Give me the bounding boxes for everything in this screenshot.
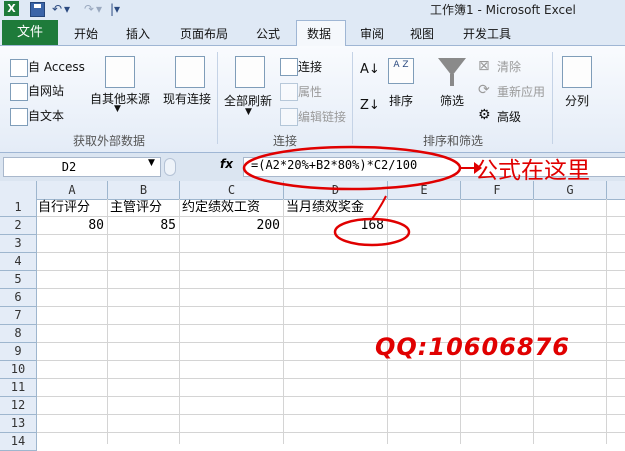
result-highlight-circle [333,217,411,247]
qq-watermark: QQ:10606876 [375,333,570,361]
connector-line [371,195,387,220]
annotation-overlay [242,145,482,247]
callout-label: 公式在这里 [475,158,590,184]
formula-highlight-circle [242,145,462,191]
